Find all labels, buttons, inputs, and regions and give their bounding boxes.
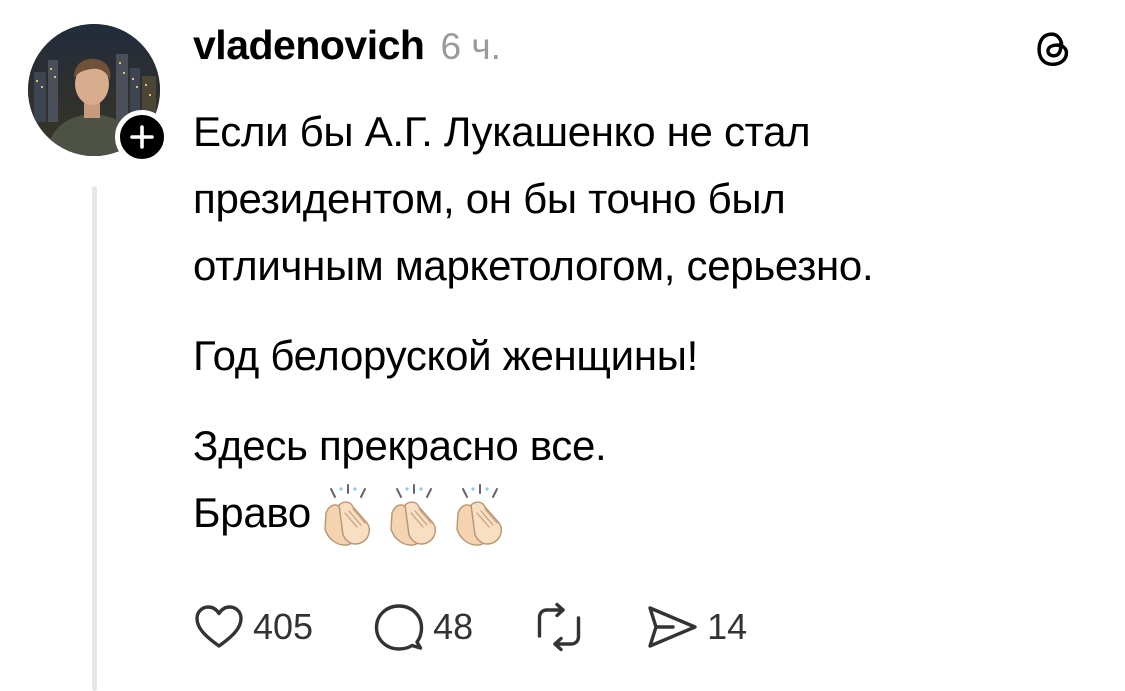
post-timestamp: 6 ч.	[440, 26, 501, 67]
share-button[interactable]: 14	[645, 602, 747, 652]
clapping-hands-icon	[390, 483, 437, 546]
post-paragraph-3: Здесь прекрасно все.	[193, 422, 607, 469]
like-button[interactable]: 405	[193, 603, 313, 651]
reply-button[interactable]: 48	[373, 602, 473, 652]
post-header: vladenovich 6 ч.	[193, 22, 501, 72]
like-count: 405	[253, 606, 314, 647]
post-paragraph-2: Год белоруской женщины!	[193, 332, 698, 379]
post-text: Если бы А.Г. Лукашенко не стал президент…	[193, 98, 1093, 549]
follow-button[interactable]	[115, 110, 169, 164]
clap-emoji-group	[315, 483, 513, 549]
send-icon	[648, 606, 697, 648]
clapping-hands-icon	[456, 483, 503, 546]
reply-count: 48	[433, 606, 474, 647]
clapping-hands-icon	[324, 483, 371, 546]
threads-logo-icon[interactable]	[1030, 26, 1076, 72]
post-paragraph-4: Браво	[193, 479, 1093, 549]
share-count: 14	[707, 606, 748, 647]
thread-connector-line	[92, 186, 97, 691]
username-link[interactable]: vladenovich	[193, 22, 425, 69]
post-last-line: Браво	[193, 489, 311, 536]
plus-icon	[130, 125, 154, 149]
post-paragraph-1: Если бы А.Г. Лукашенко не стал президент…	[193, 108, 874, 289]
repost-icon	[537, 602, 581, 652]
post-actions-bar: 405 48 14	[193, 596, 807, 658]
repost-button[interactable]	[533, 602, 585, 652]
speech-bubble-icon	[374, 604, 424, 651]
heart-icon	[195, 605, 243, 648]
